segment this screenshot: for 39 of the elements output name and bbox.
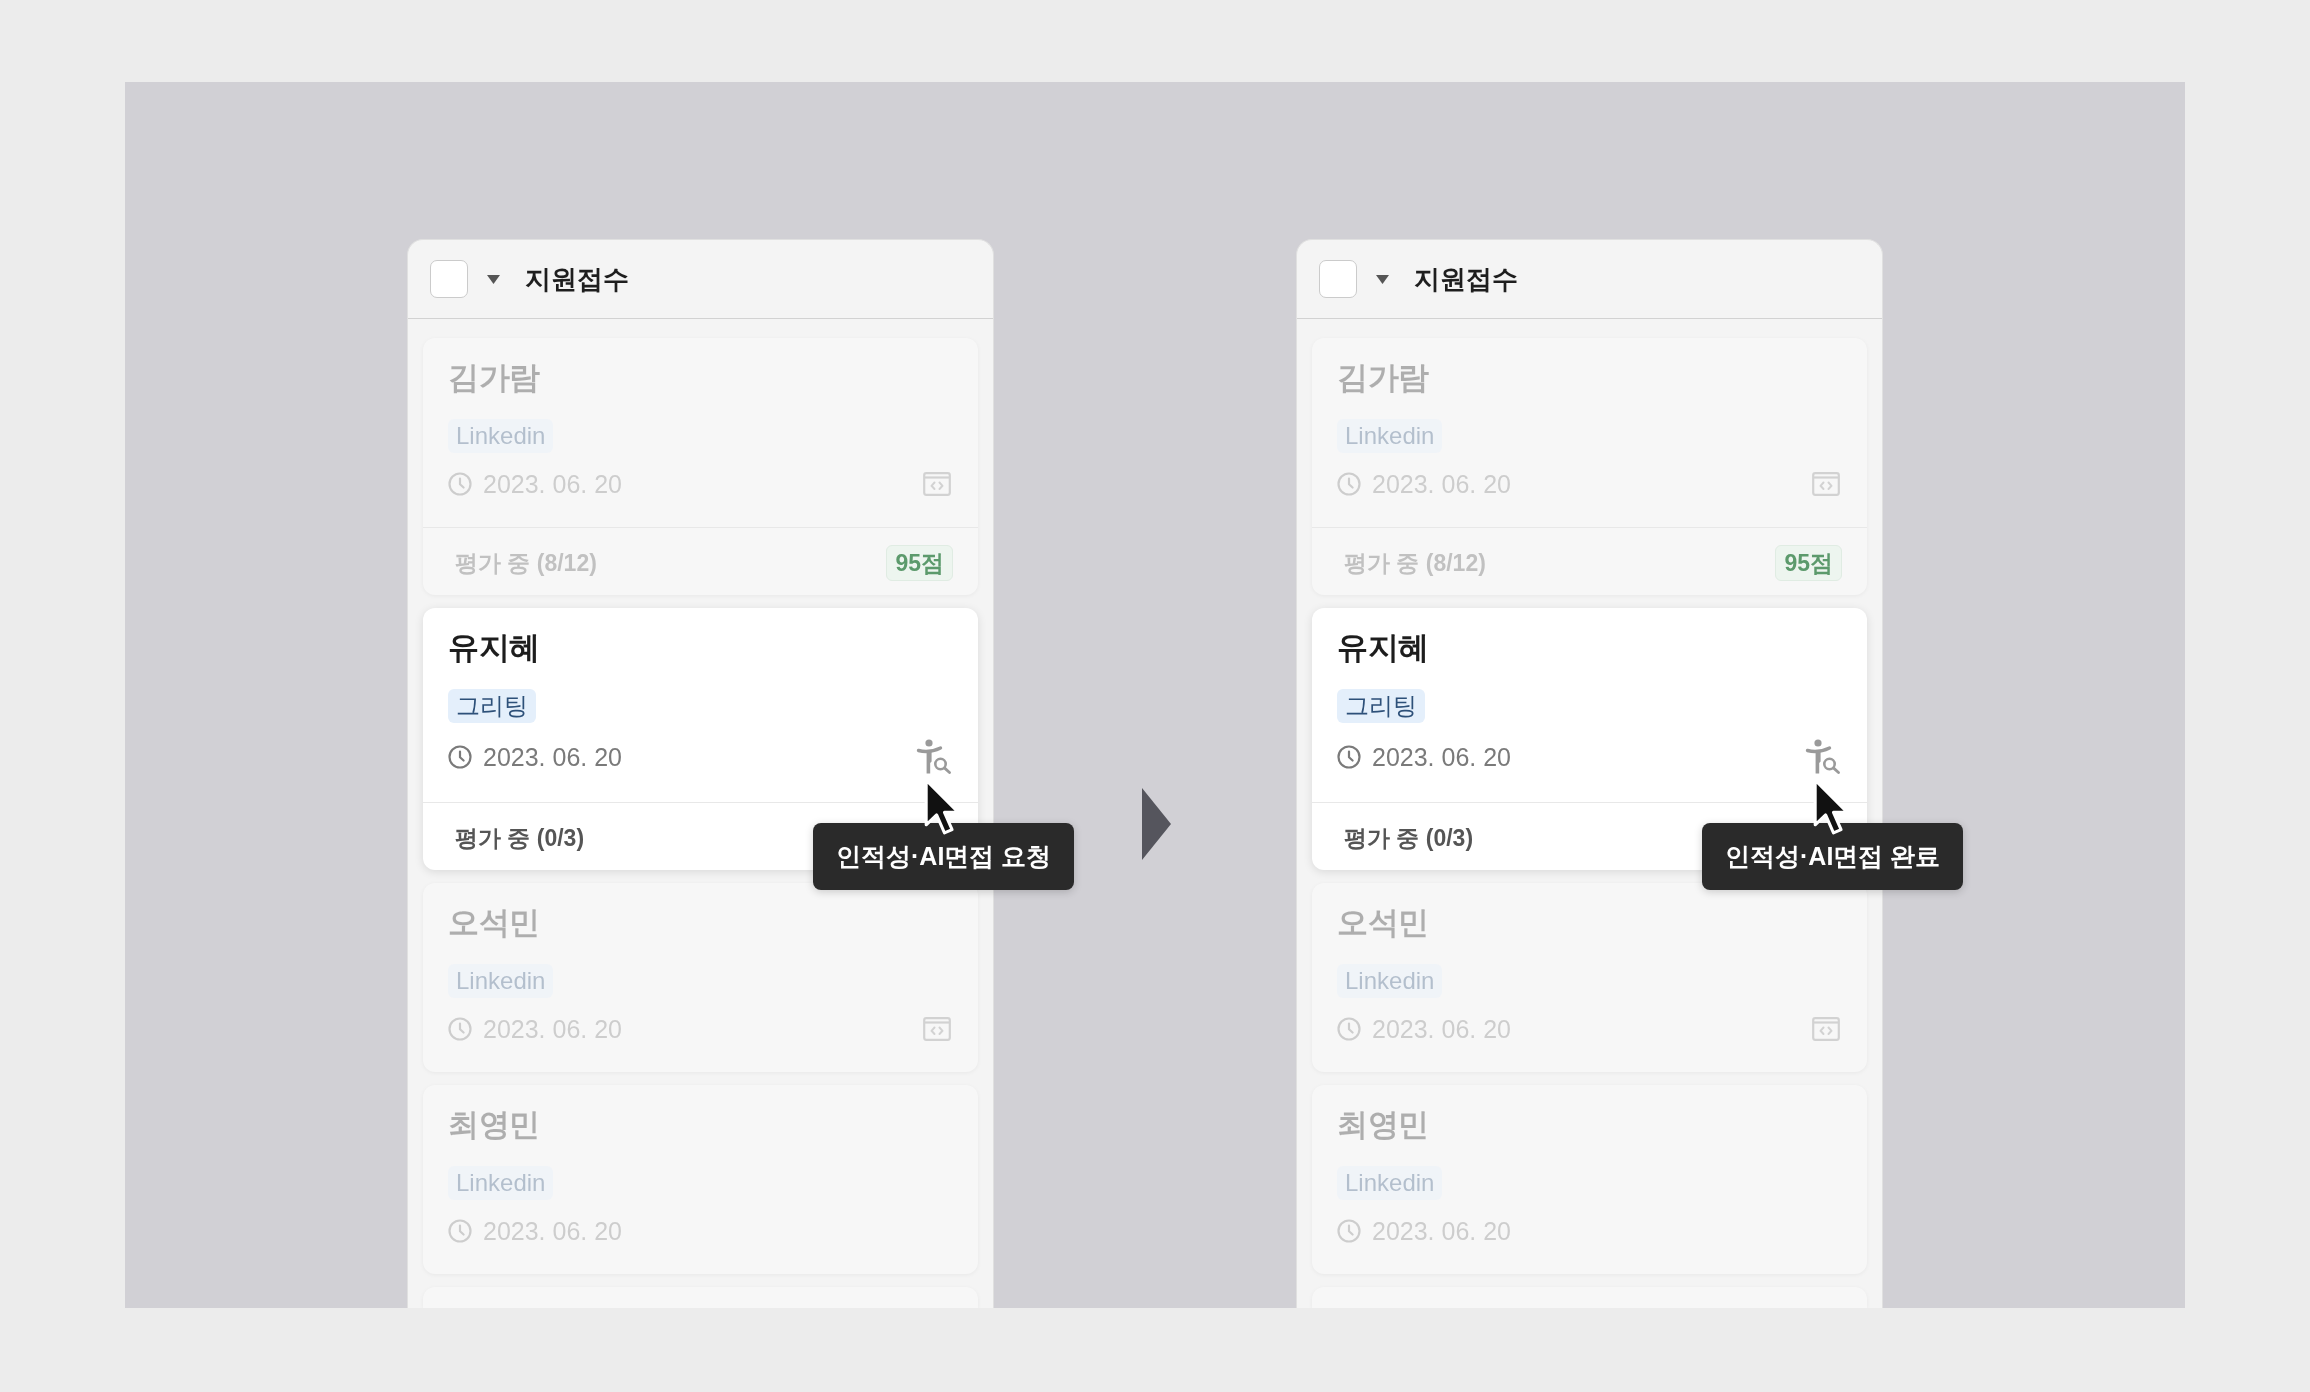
applicant-name: 김가람 xyxy=(1337,360,1429,396)
code-window-icon[interactable] xyxy=(923,472,951,496)
applied-date: 2023. 06. 20 xyxy=(483,741,622,772)
column-title: 지원접수 xyxy=(1414,263,1518,295)
checkbox[interactable] xyxy=(430,260,468,298)
clock-icon xyxy=(1337,1017,1361,1041)
clock-icon xyxy=(448,744,472,769)
applicant-name: 최영민 xyxy=(448,1107,540,1143)
score-badge: 95점 xyxy=(1775,544,1842,581)
applicant-name: 오석민 xyxy=(448,905,540,941)
clock-icon xyxy=(448,1017,472,1041)
code-window-icon[interactable] xyxy=(1812,472,1840,496)
applied-date: 2023. 06. 20 xyxy=(1372,741,1511,772)
evaluation-status: 평가 중 (0/3) xyxy=(1344,823,1474,853)
column-title: 지원접수 xyxy=(525,263,629,295)
person-search-icon[interactable] xyxy=(916,739,951,774)
applicant-name: 최영민 xyxy=(1337,1107,1429,1143)
clock-icon xyxy=(1337,472,1361,496)
caret-icon[interactable] xyxy=(1376,274,1389,284)
caret-icon[interactable] xyxy=(487,274,500,284)
source-tag: 그리팅 xyxy=(448,689,536,723)
score-badge: 95점 xyxy=(886,544,953,581)
person-search-icon[interactable] xyxy=(1805,739,1840,774)
source-tag: 그리팅 xyxy=(1337,689,1425,723)
checkbox[interactable] xyxy=(1319,260,1357,298)
clock-icon xyxy=(448,1219,472,1243)
tooltip: 인적성·AI면접 완료 xyxy=(1702,823,1964,890)
code-window-icon[interactable] xyxy=(1812,1017,1840,1041)
applicant-name: 김가람 xyxy=(448,360,540,396)
applicant-name: 유지혜 xyxy=(448,630,540,666)
clock-icon xyxy=(1337,744,1361,769)
tooltip: 인적성·AI면접 요청 xyxy=(813,823,1075,890)
applicant-name: 오석민 xyxy=(1337,905,1429,941)
code-window-icon[interactable] xyxy=(923,1017,951,1041)
clock-icon xyxy=(448,472,472,496)
clock-icon xyxy=(1337,1219,1361,1243)
applicant-name: 유지혜 xyxy=(1337,630,1429,666)
right-triangle-icon xyxy=(1142,788,1171,860)
evaluation-status: 평가 중 (0/3) xyxy=(455,823,585,853)
